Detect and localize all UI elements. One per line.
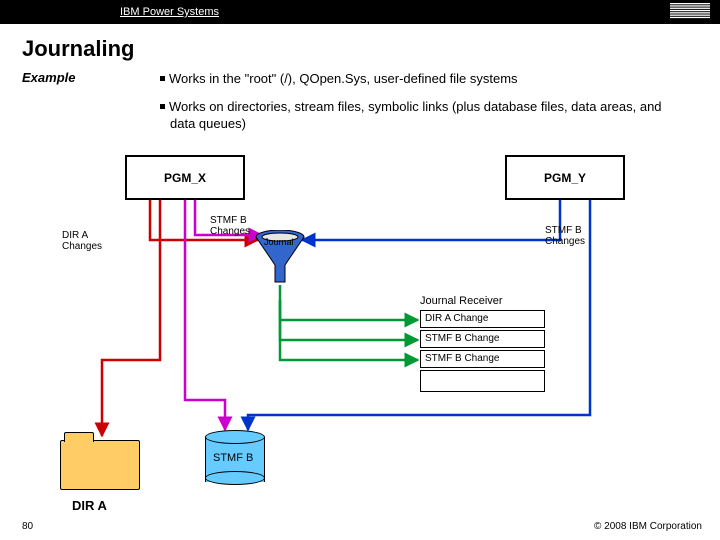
bullet-item: Works in the "root" (/), QOpen.Sys, user… [160,70,690,88]
stmf-b-changes-right-label: STMF B Changes [545,225,585,247]
receiver-entry: STMF B Change [420,330,545,348]
journaling-diagram: PGM_X PGM_Y DIR A Changes STMF B Changes… [0,140,720,510]
pgm-x-box: PGM_X [125,155,245,200]
dir-a-changes-label: DIR A Changes [62,230,102,252]
page-subtitle: Example [22,70,75,85]
receiver-entry: STMF B Change [420,350,545,368]
bullet-icon [160,76,165,81]
stmf-b-label: STMF B [213,452,253,464]
folder-icon [60,440,140,490]
bullet-text: Works on directories, stream files, symb… [169,99,662,132]
receiver-entry [420,370,545,392]
ibm-logo-icon [670,3,710,22]
bullet-icon [160,104,165,109]
bullet-list: Works in the "root" (/), QOpen.Sys, user… [160,70,690,143]
journal-label: Journal [264,238,294,248]
stmf-b-changes-left-label: STMF B Changes [210,215,250,237]
header-bar: IBM Power Systems [0,0,720,24]
bullet-item: Works on directories, stream files, symb… [160,98,690,133]
brand-text: IBM Power Systems [120,6,219,18]
pgm-y-box: PGM_Y [505,155,625,200]
journal-receiver-title: Journal Receiver [420,295,503,307]
copyright: © 2008 IBM Corporation [594,521,702,532]
receiver-entry: DIR A Change [420,310,545,328]
dir-a-label: DIR A [72,498,107,513]
page-number: 80 [22,521,33,532]
bullet-text: Works in the "root" (/), QOpen.Sys, user… [169,71,518,86]
page-title: Journaling [22,36,720,62]
